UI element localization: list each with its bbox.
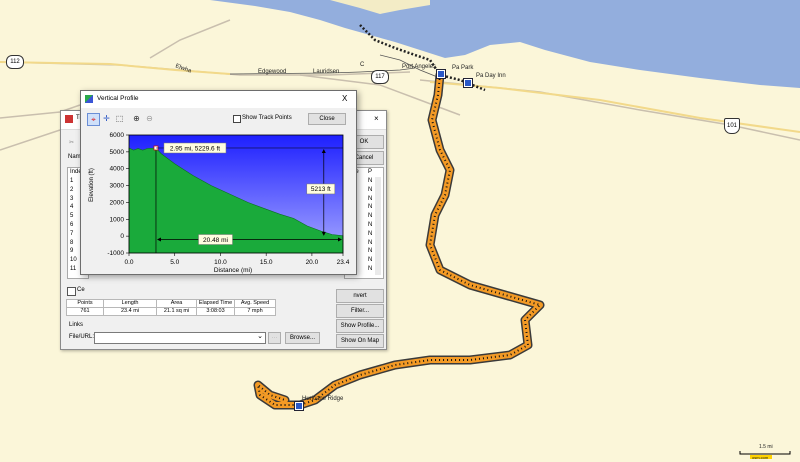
track-app-icon [65, 115, 73, 123]
x-tick-label: 0.0 [124, 259, 133, 266]
zoom-out-icon[interactable]: ⊖ [144, 113, 155, 124]
x-tick-label: 15.0 [260, 259, 273, 266]
stats-value: 23.4 mi [103, 307, 157, 316]
list-row-index[interactable]: 8 [70, 240, 73, 246]
select-tool-icon[interactable]: ⬚ [114, 113, 125, 124]
zoom-in-icon[interactable]: ⊕ [131, 113, 142, 124]
waypoint-label-pa-park: Pa Park [452, 65, 474, 71]
list-row-p[interactable]: N [368, 222, 372, 228]
list-row-index[interactable]: 10 [70, 257, 77, 263]
browse-button[interactable]: Browse... [285, 332, 320, 344]
list-row-index[interactable]: 3 [70, 196, 73, 202]
chevron-down-icon[interactable]: ⌄ [257, 332, 263, 340]
waypoint-label-hurricane-ridge: Huricane Ridge [302, 396, 344, 402]
list-row-p[interactable]: N [368, 204, 372, 210]
close-icon[interactable]: × [374, 114, 379, 123]
route-117-shield: 117 [371, 70, 389, 84]
show-track-points-checkbox[interactable] [233, 115, 241, 123]
distance-span-label: 20.48 mi [203, 237, 228, 244]
stats-value: 3:08:03 [196, 307, 235, 316]
us-101-shield: 101 [724, 118, 740, 134]
list-row-index[interactable]: 2 [70, 187, 73, 193]
road-label-c: C [360, 62, 365, 68]
center-checkbox[interactable] [67, 287, 76, 296]
y-tick-label: 3000 [110, 183, 125, 190]
vertical-profile-titlebar[interactable]: Vertical Profile X [81, 91, 356, 108]
list-row-p[interactable]: N [368, 240, 372, 246]
cut-icon[interactable]: ✂ [69, 139, 74, 146]
y-axis-label: Elevation (ft) [89, 168, 95, 202]
y-tick-label: 4000 [110, 166, 125, 173]
list-row-index[interactable]: 9 [70, 248, 73, 254]
stats-value: 7 mph [234, 307, 276, 316]
scale-note: osm.com [752, 455, 769, 460]
waypoint-label-pa-day-inn: Pa Day Inn [476, 73, 506, 79]
links-label: Links [69, 322, 84, 328]
x-axis-label: Distance (mi) [214, 267, 252, 274]
file-url-input[interactable]: ⌄ [94, 332, 266, 344]
scale-label: 1.5 mi [759, 444, 773, 450]
list-row-p[interactable]: N [368, 266, 372, 272]
waypoint-hurricane-ridge-icon[interactable] [295, 402, 303, 410]
show-profile-button[interactable]: Show Profile... [336, 319, 384, 333]
cursor-readout-label: 2.95 mi, 5229.6 ft [170, 145, 220, 152]
y-tick-label: 1000 [110, 216, 125, 223]
show-track-points-label: Show Track Points [242, 115, 292, 121]
file-url-label: File/URL: [69, 334, 95, 340]
y-tick-label: -1000 [107, 250, 124, 257]
invert-button[interactable]: nvert [336, 289, 384, 303]
open-link-button[interactable]: ··· [268, 332, 281, 344]
stats-value: 761 [66, 307, 104, 316]
y-tick-label: 2000 [110, 199, 125, 206]
crosshair-tool-icon[interactable]: ⌖ [87, 113, 100, 126]
road-label-edgewood: Edgewood [258, 69, 287, 75]
vertical-profile-title: Vertical Profile [97, 95, 139, 102]
move-tool-icon[interactable]: ✛ [101, 113, 112, 124]
x-tick-label: 10.0 [214, 259, 227, 266]
x-tick-label: 23.4 [337, 259, 350, 266]
list-row-index[interactable]: 7 [70, 231, 73, 237]
list-row-p[interactable]: N [368, 178, 372, 184]
list-row-p[interactable]: N [368, 187, 372, 193]
list-row-p[interactable]: N [368, 257, 372, 263]
road-label-port-angeles: Port Angeles [402, 64, 437, 70]
list-row-index[interactable]: 11 [70, 266, 76, 272]
list-row-index[interactable]: 4 [70, 204, 73, 210]
stats-value: 21.1 sq mi [156, 307, 197, 316]
vertical-profile-dialog: Vertical Profile X ⌖ ✛ ⬚ ⊕ ⊖ Show Track … [80, 90, 357, 275]
list-row-index[interactable]: 5 [70, 213, 73, 219]
list-row-p[interactable]: N [368, 248, 372, 254]
list-row-index[interactable]: 1 [70, 178, 73, 184]
filter-button[interactable]: Filter... [336, 304, 384, 318]
route-112-shield: 112 [6, 55, 24, 69]
road-label-lauridsen: Lauridsen [313, 69, 340, 75]
list-row-p[interactable]: N [368, 196, 372, 202]
y-tick-label: 5000 [110, 149, 125, 156]
x-tick-label: 20.0 [306, 259, 319, 266]
column-header-p[interactable]: P [368, 169, 372, 175]
list-row-p[interactable]: N [368, 231, 372, 237]
list-row-p[interactable]: N [368, 213, 372, 219]
list-row-index[interactable]: 6 [70, 222, 73, 228]
waypoint-pa-day-inn-icon[interactable] [464, 79, 472, 87]
show-on-map-button[interactable]: Show On Map [336, 334, 384, 348]
elevation-profile-chart[interactable]: Elevation (ft) Distance (mi) 6000 5000 400… [81, 127, 356, 274]
y-tick-label: 6000 [110, 132, 125, 139]
list-scrollbar[interactable] [375, 177, 381, 275]
elevation-span-label: 5213 ft [311, 186, 331, 193]
profile-app-icon [85, 95, 93, 103]
x-tick-label: 5.0 [170, 259, 179, 266]
close-x-icon[interactable]: X [342, 94, 347, 103]
center-checkbox-label: Ce [77, 287, 85, 293]
y-tick-label: 0 [120, 233, 124, 240]
name-label: Nam [68, 154, 81, 160]
waypoint-pa-park-icon[interactable] [437, 70, 445, 78]
close-button[interactable]: Close [308, 113, 346, 125]
